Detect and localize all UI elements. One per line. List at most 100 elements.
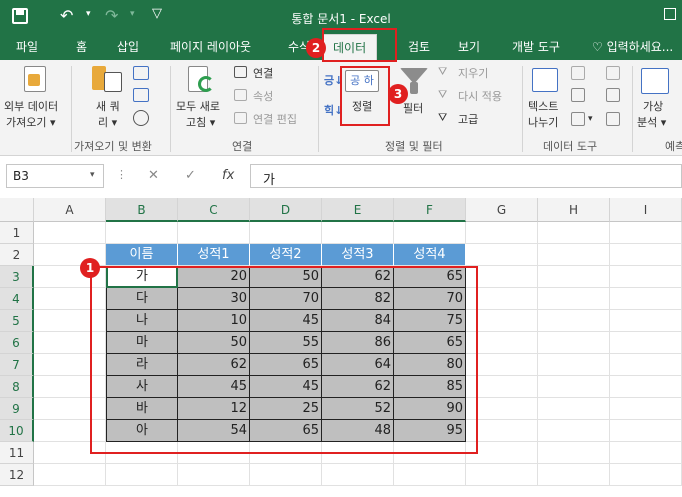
cell[interactable] [610,442,682,464]
cell[interactable] [538,310,610,332]
flash-fill-icon[interactable] [571,66,585,80]
tab-developer[interactable]: 개발 도구 [512,38,560,55]
table-header-cell[interactable]: 이름 [106,244,178,266]
connections-button[interactable]: 연결 [253,65,273,81]
row-header[interactable]: 7 [0,354,34,376]
cell[interactable] [322,222,394,244]
cell[interactable] [610,244,682,266]
manage-data-model-icon[interactable] [606,112,620,126]
filter-button[interactable]: 필터 [403,100,423,116]
cell[interactable] [538,398,610,420]
row-header[interactable]: 4 [0,288,34,310]
cell[interactable] [538,464,610,486]
row-header[interactable]: 8 [0,376,34,398]
cell[interactable] [178,222,250,244]
cell[interactable] [538,222,610,244]
row-header[interactable]: 1 [0,222,34,244]
select-all-corner[interactable] [0,198,34,222]
cell[interactable] [610,288,682,310]
relationships-icon[interactable] [606,88,620,102]
text-to-columns-label-2[interactable]: 나누기 [528,114,558,130]
cell[interactable] [610,398,682,420]
row-header[interactable]: 11 [0,442,34,464]
cell[interactable] [538,266,610,288]
show-queries-icon[interactable] [133,66,149,80]
cell[interactable] [610,332,682,354]
tab-review[interactable]: 검토 [408,38,430,55]
what-if-label-1[interactable]: 가상 [643,98,663,114]
from-table-icon[interactable] [133,88,149,102]
cell[interactable] [34,222,106,244]
properties-button[interactable]: 속성 [253,88,273,104]
row-header[interactable]: 3 [0,266,34,288]
new-query-label-2[interactable]: 리 ▾ [98,114,117,130]
row-header[interactable]: 2 [0,244,34,266]
insert-function-icon[interactable]: fx [222,168,234,183]
cancel-icon[interactable]: ✕ [148,168,159,183]
tab-file[interactable]: 파일 [16,38,38,55]
cell[interactable] [538,244,610,266]
clear-button[interactable]: 지우기 [458,65,488,81]
column-header-b[interactable]: B [106,198,178,222]
tab-insert[interactable]: 삽입 [117,38,139,55]
data-validation-dropdown-icon[interactable]: ▾ [588,114,593,124]
table-header-cell[interactable]: 성적3 [322,244,394,266]
column-header-a[interactable]: A [34,198,106,222]
column-header-g[interactable]: G [466,198,538,222]
ribbon-display-options-icon[interactable] [664,8,676,20]
column-header-i[interactable]: I [610,198,682,222]
cell[interactable] [610,222,682,244]
tab-view[interactable]: 보기 [458,38,480,55]
tab-home[interactable]: 홈 [76,38,87,55]
cell[interactable] [610,354,682,376]
cell[interactable] [34,464,106,486]
cell[interactable] [538,332,610,354]
formula-input[interactable]: 가 [250,164,682,188]
column-header-e[interactable]: E [322,198,394,222]
cell[interactable] [250,464,322,486]
table-header-cell[interactable]: 성적1 [178,244,250,266]
cell[interactable] [250,222,322,244]
cell[interactable] [466,244,538,266]
column-header-f[interactable]: F [394,198,466,222]
cell[interactable] [466,464,538,486]
column-header-h[interactable]: H [538,198,610,222]
table-header-cell[interactable]: 성적2 [250,244,322,266]
advanced-button[interactable]: 고급 [458,111,478,127]
tell-me-search[interactable]: ♡ 입력하세요... [592,38,673,55]
cell[interactable] [394,222,466,244]
row-header[interactable]: 6 [0,332,34,354]
row-header[interactable]: 12 [0,464,34,486]
cell[interactable] [178,464,250,486]
cell[interactable] [106,464,178,486]
text-to-columns-label-1[interactable]: 텍스트 [528,98,558,114]
cell[interactable] [538,354,610,376]
data-validation-icon[interactable] [571,112,585,126]
column-header-c[interactable]: C [178,198,250,222]
row-header[interactable]: 9 [0,398,34,420]
get-external-data-label-2[interactable]: 가져오기 ▾ [6,114,56,130]
refresh-all-label-2[interactable]: 고침 ▾ [186,114,215,130]
name-box-dropdown-icon[interactable]: ▾ [90,170,95,180]
consolidate-icon[interactable] [606,66,620,80]
cell[interactable] [610,464,682,486]
edit-links-button[interactable]: 연결 편집 [253,111,297,127]
what-if-label-2[interactable]: 분석 ▾ [637,114,666,130]
cell[interactable] [610,310,682,332]
table-header-cell[interactable]: 성적4 [394,244,466,266]
cell[interactable] [466,222,538,244]
cell[interactable] [538,442,610,464]
column-header-d[interactable]: D [250,198,322,222]
remove-duplicates-icon[interactable] [571,88,585,102]
row-header[interactable]: 10 [0,420,34,442]
cell[interactable] [538,376,610,398]
cell[interactable] [610,266,682,288]
cell[interactable] [106,222,178,244]
cell[interactable] [394,464,466,486]
cell[interactable] [610,420,682,442]
cell[interactable] [538,420,610,442]
new-query-label-1[interactable]: 새 쿼 [96,98,120,114]
enter-icon[interactable]: ✓ [185,168,196,183]
refresh-all-label-1[interactable]: 모두 새로 [176,98,220,114]
recent-sources-icon[interactable] [133,110,149,126]
